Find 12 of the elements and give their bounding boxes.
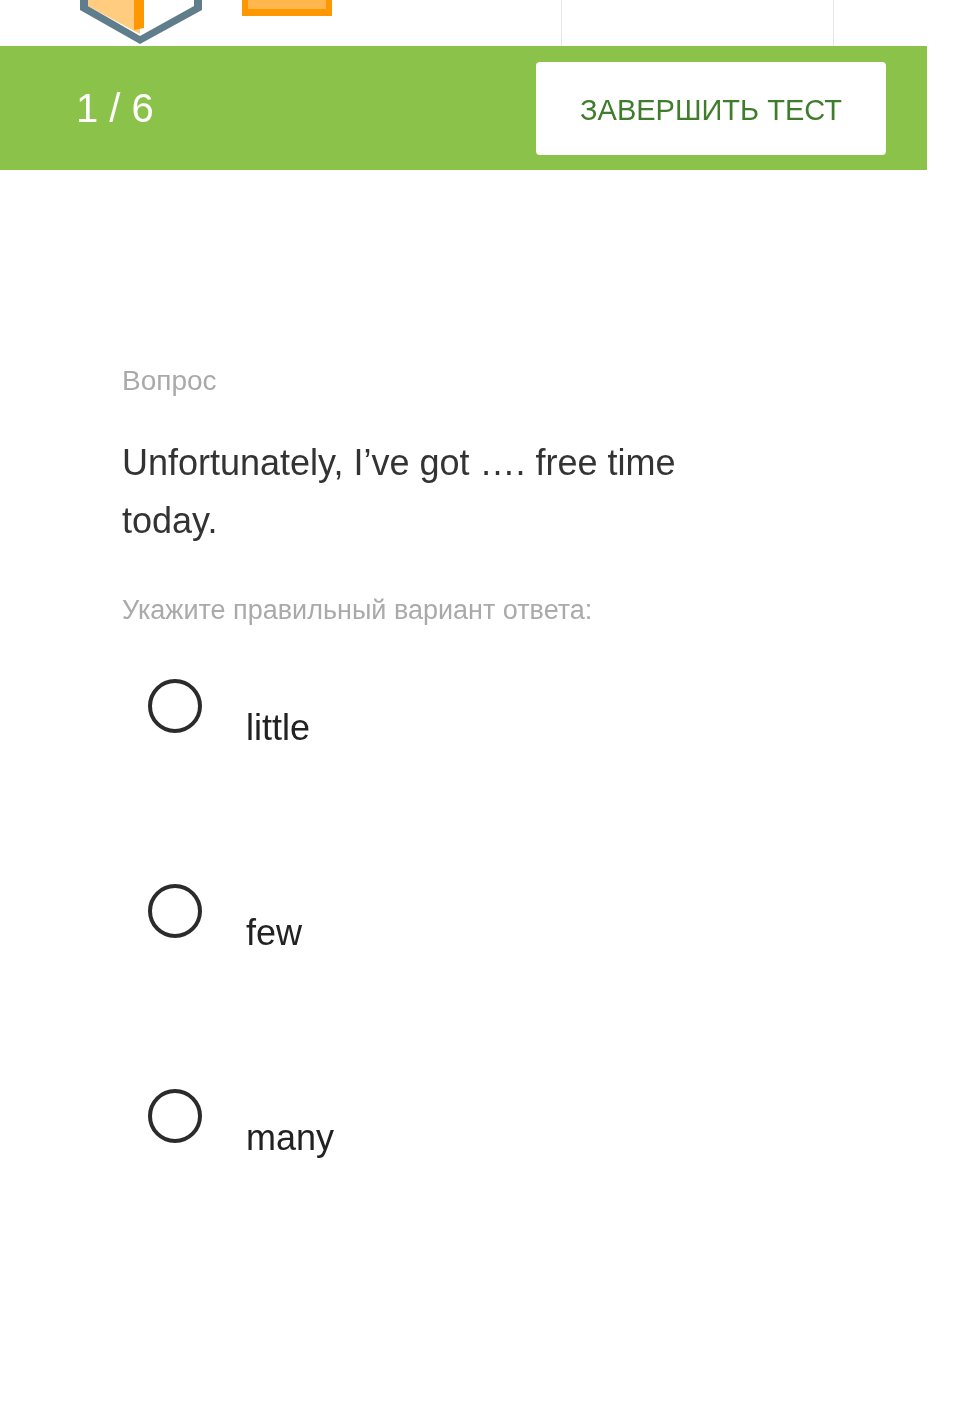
finish-test-button[interactable]: ЗАВЕРШИТЬ ТЕСТ	[536, 61, 886, 155]
question-text: Unfortunately, I’ve got …. free time today.	[122, 441, 677, 543]
radio-button[interactable]	[148, 678, 202, 733]
option-label[interactable]: few	[246, 905, 303, 960]
radio-button[interactable]	[148, 883, 202, 938]
logo-badge-icon	[242, 0, 332, 16]
question-counter: 1 / 6	[76, 85, 154, 132]
question-label: Вопрос	[122, 364, 218, 398]
radio-button[interactable]	[148, 1088, 202, 1143]
option-label[interactable]: little	[246, 700, 311, 755]
option-label[interactable]: many	[246, 1110, 335, 1165]
answer-hint: Укажите правильный вариант ответа:	[122, 594, 594, 627]
